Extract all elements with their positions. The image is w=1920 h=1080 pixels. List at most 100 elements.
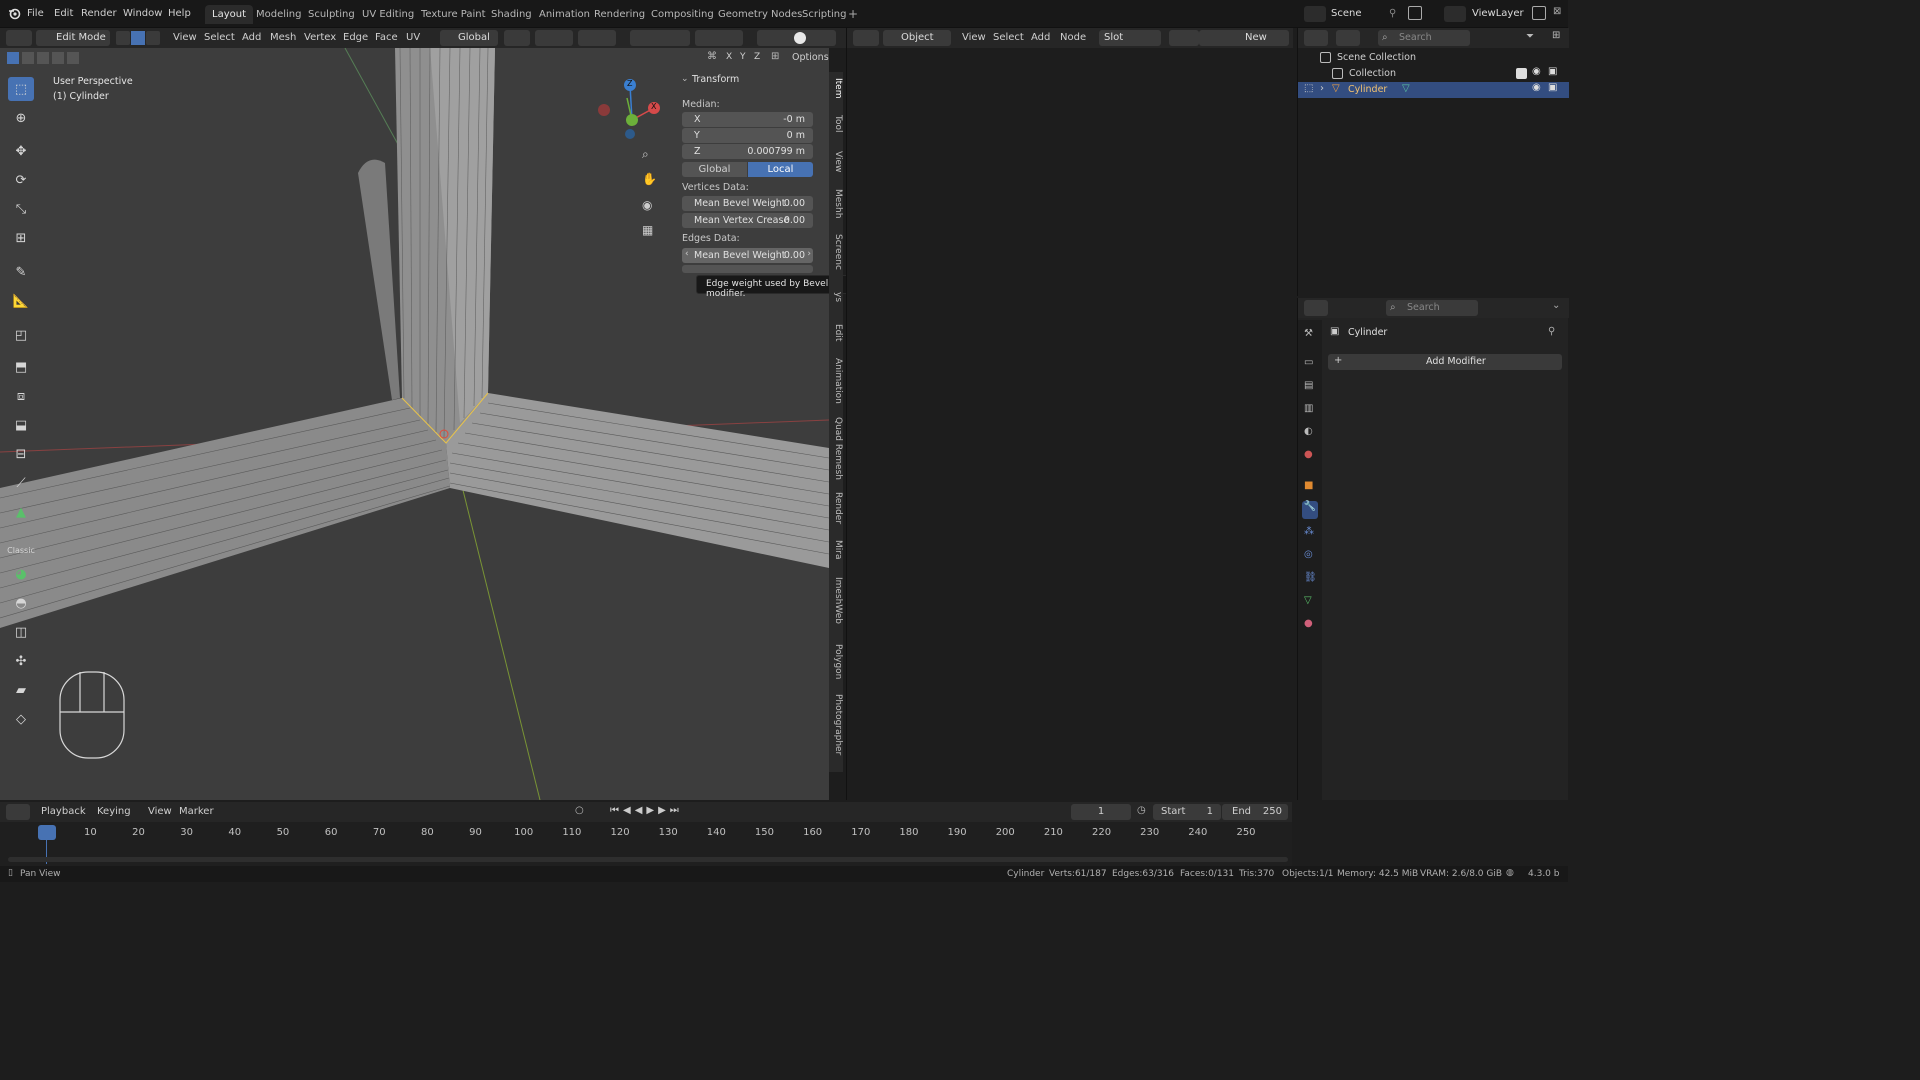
chevron-down-icon[interactable]: ⌄: [1552, 300, 1560, 311]
menu-select[interactable]: Select: [204, 30, 235, 46]
side-tab-quad-remesh[interactable]: Quad Remesh: [829, 417, 843, 480]
cursor-tool-icon[interactable]: ⊕: [8, 106, 34, 130]
new-viewlayer-icon[interactable]: [1532, 6, 1546, 20]
side-tab-edit[interactable]: Edit: [829, 324, 843, 341]
annotate-tool-icon[interactable]: ✎: [8, 260, 34, 284]
select-extend-icon[interactable]: [22, 52, 34, 64]
chevron-down-icon[interactable]: ⌄: [681, 74, 689, 84]
vertex-select-icon[interactable]: [116, 31, 130, 45]
object-type-selector[interactable]: Object: [883, 30, 951, 46]
orientation-selector[interactable]: Global: [440, 30, 498, 46]
side-tab-view[interactable]: View: [829, 151, 843, 172]
menu-marker[interactable]: Marker: [179, 804, 214, 820]
viewlayer-selector-icon[interactable]: [1444, 6, 1466, 22]
scene-tab-icon[interactable]: ◐: [1304, 426, 1313, 437]
camera-icon[interactable]: ▣: [1548, 66, 1557, 77]
world-tab-icon[interactable]: ●: [1304, 449, 1313, 460]
pin-icon[interactable]: ⚲: [1548, 326, 1555, 337]
edge-slide-tool-icon[interactable]: ◫: [8, 620, 34, 644]
visibility-icon[interactable]: [630, 30, 690, 46]
mean-edge-bevel-weight-field[interactable]: ‹ Mean Bevel Weight 0.00 ›: [682, 248, 813, 263]
loop-cut-tool-icon[interactable]: ⊟: [8, 442, 34, 466]
select-mode-row[interactable]: [5, 50, 85, 66]
menu-playback[interactable]: Playback: [41, 804, 86, 820]
constraints-tab-icon[interactable]: ⛓: [1304, 572, 1317, 583]
tab-layout[interactable]: Layout: [205, 5, 253, 24]
outliner-row-collection[interactable]: Collection ◉ ▣: [1298, 66, 1569, 82]
edge-select-icon[interactable]: [131, 31, 145, 45]
pivot-icon[interactable]: [504, 30, 530, 46]
tab-scripting[interactable]: Scripting: [795, 5, 853, 24]
shading-mode-icons[interactable]: [774, 30, 836, 46]
render-tab-icon[interactable]: ▭: [1304, 357, 1313, 368]
side-tab-mira[interactable]: Mira: [829, 540, 843, 559]
node-menu-add[interactable]: Add: [1031, 30, 1050, 46]
extrude-tool-icon[interactable]: ⬒: [8, 355, 34, 379]
pan-hand-icon[interactable]: ✋: [642, 172, 657, 186]
axis-x-toggle[interactable]: X: [726, 52, 732, 62]
edit-mode-icon[interactable]: ⬚: [1304, 83, 1313, 94]
tab-uv-editing[interactable]: UV Editing: [355, 5, 421, 24]
object-tab-icon[interactable]: ■: [1304, 480, 1313, 491]
smooth-tool-icon[interactable]: ◓: [8, 591, 34, 615]
camera-view-icon[interactable]: ◉: [642, 198, 652, 212]
tab-modeling[interactable]: Modeling: [249, 5, 309, 24]
timeline-type-icon[interactable]: [6, 804, 30, 820]
menu-timeline-view[interactable]: View: [148, 804, 172, 820]
median-z-field[interactable]: Z 0.000799 m: [682, 144, 813, 159]
select-invert-icon[interactable]: [52, 52, 64, 64]
scene-name[interactable]: Scene: [1331, 8, 1362, 19]
clock-icon[interactable]: ◷: [1137, 805, 1146, 816]
menu-mesh[interactable]: Mesh: [270, 30, 296, 46]
menu-view[interactable]: View: [173, 30, 197, 46]
side-tab-screenc[interactable]: Screenc: [829, 234, 843, 270]
select-intersect-icon[interactable]: [67, 52, 79, 64]
output-tab-icon[interactable]: ▤: [1304, 380, 1313, 391]
median-x-field[interactable]: X -0 m: [682, 112, 813, 127]
face-select-icon[interactable]: [146, 31, 160, 45]
slot-selector[interactable]: Slot: [1099, 30, 1161, 46]
move-tool-icon[interactable]: ✥: [8, 139, 34, 163]
menu-edit[interactable]: Edit: [54, 8, 73, 19]
classic-tool-icon[interactable]: Classic: [7, 538, 35, 562]
particles-tab-icon[interactable]: ⁂: [1304, 526, 1314, 537]
spin-tool-icon[interactable]: ◕: [8, 562, 34, 586]
select-subtract-icon[interactable]: [37, 52, 49, 64]
bevel-tool-icon[interactable]: ⬓: [8, 413, 34, 437]
filter-icon[interactable]: ⏷: [1526, 31, 1534, 42]
outliner-search-field[interactable]: ⌕ Search: [1378, 30, 1470, 46]
options-dropdown[interactable]: Options: [792, 52, 829, 63]
eye-icon[interactable]: ◉: [1532, 82, 1541, 93]
side-tab-photographer[interactable]: Photographer: [829, 694, 843, 755]
tab-rendering[interactable]: Rendering: [587, 5, 652, 24]
side-tab-ys[interactable]: ys: [829, 292, 843, 302]
properties-type-icon[interactable]: [1304, 300, 1328, 316]
zoom-icon[interactable]: ⌕: [642, 147, 649, 162]
menu-add[interactable]: Add: [242, 30, 261, 46]
menu-keying[interactable]: Keying: [97, 804, 131, 820]
display-mode-icon[interactable]: [1336, 30, 1360, 46]
menu-window[interactable]: Window: [123, 8, 162, 19]
mean-vertex-crease-field[interactable]: Mean Vertex Crease 0.00: [682, 213, 813, 228]
proportional-edit-icon[interactable]: [578, 30, 616, 46]
side-tab-imeshweb[interactable]: ImeshWeb: [829, 577, 843, 624]
camera-icon[interactable]: ▣: [1548, 82, 1557, 93]
physics-tab-icon[interactable]: ◎: [1304, 549, 1313, 560]
new-collection-icon[interactable]: ⊞: [1552, 30, 1560, 41]
select-box-tool-icon[interactable]: ⬚: [8, 77, 34, 101]
side-tab-animation[interactable]: Animation: [829, 358, 843, 404]
navigation-gizmo[interactable]: Z X: [590, 73, 670, 143]
menu-face[interactable]: Face: [375, 30, 398, 46]
select-new-icon[interactable]: [7, 52, 19, 64]
select-mode-buttons[interactable]: [116, 31, 160, 45]
transform-section-header[interactable]: Transform: [692, 74, 739, 85]
perspective-toggle-icon[interactable]: ▦: [642, 223, 653, 237]
side-tab-polygon[interactable]: Polygon: [829, 644, 843, 679]
shrink-fatten-tool-icon[interactable]: ✣: [8, 649, 34, 673]
outliner-row-cylinder[interactable]: ⬚ › ▽ Cylinder ▽ ◉ ▣: [1298, 82, 1569, 98]
blender-logo-icon[interactable]: [8, 7, 21, 20]
menu-help[interactable]: Help: [168, 8, 191, 19]
median-y-field[interactable]: Y 0 m: [682, 128, 813, 143]
increment-icon[interactable]: ›: [807, 249, 811, 259]
properties-search-field[interactable]: ⌕ Search: [1386, 300, 1478, 316]
